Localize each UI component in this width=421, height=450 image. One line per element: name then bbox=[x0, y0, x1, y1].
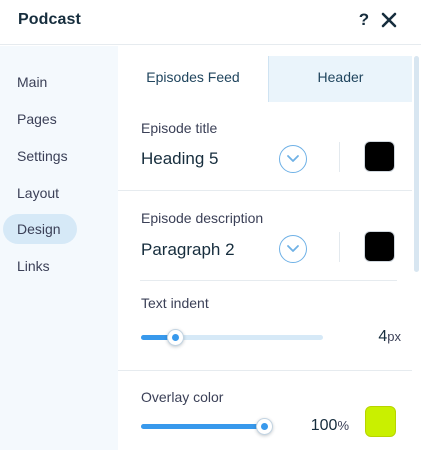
episode-description-font-value: Paragraph 2 bbox=[141, 240, 235, 259]
text-indent-label: Text indent bbox=[141, 295, 209, 311]
text-indent-value: 4px bbox=[338, 328, 401, 346]
sidebar-item-design[interactable]: Design bbox=[3, 214, 77, 244]
section-divider bbox=[118, 370, 412, 371]
episode-description-label: Episode description bbox=[141, 210, 264, 226]
section-divider bbox=[118, 190, 412, 191]
divider bbox=[339, 232, 340, 262]
section-divider bbox=[140, 280, 397, 281]
overlay-opacity-unit: % bbox=[337, 418, 349, 433]
sidebar-item-main[interactable]: Main bbox=[3, 67, 77, 97]
tab-header[interactable]: Header bbox=[268, 56, 412, 102]
divider bbox=[339, 142, 340, 172]
episode-title-label: Episode title bbox=[141, 120, 218, 136]
design-content: Episodes Feed Header Episode title Headi… bbox=[118, 46, 421, 450]
tab-bar: Episodes Feed Header bbox=[118, 56, 412, 102]
panel-header: Podcast ? bbox=[0, 0, 421, 45]
panel-title: Podcast bbox=[18, 11, 81, 28]
overlay-color-label: Overlay color bbox=[141, 389, 224, 405]
sidebar-item-layout[interactable]: Layout bbox=[3, 178, 77, 208]
episode-title-color-swatch[interactable] bbox=[364, 141, 395, 172]
sidebar-item-settings[interactable]: Settings bbox=[3, 141, 77, 171]
tab-episodes-feed[interactable]: Episodes Feed bbox=[118, 56, 268, 102]
text-indent-unit: px bbox=[387, 329, 401, 344]
chevron-down-icon bbox=[287, 155, 299, 162]
episode-title-font-value: Heading 5 bbox=[141, 149, 219, 168]
overlay-opacity-slider[interactable] bbox=[141, 418, 273, 435]
close-button[interactable] bbox=[378, 9, 400, 31]
episode-title-font-dropdown[interactable] bbox=[279, 145, 307, 173]
episode-description-font-dropdown[interactable] bbox=[279, 235, 307, 263]
overlay-opacity-value: 100% bbox=[278, 417, 349, 435]
overlay-opacity-number: 100 bbox=[310, 417, 338, 434]
text-indent-slider-thumb[interactable] bbox=[167, 329, 184, 346]
scrollbar[interactable] bbox=[414, 56, 419, 272]
episode-description-color-swatch[interactable] bbox=[364, 231, 395, 262]
chevron-down-icon bbox=[287, 245, 299, 252]
close-icon bbox=[381, 12, 397, 28]
overlay-opacity-slider-fill bbox=[141, 424, 265, 429]
sidebar-item-links[interactable]: Links bbox=[3, 251, 77, 281]
overlay-color-swatch[interactable] bbox=[365, 406, 396, 437]
sidebar-item-pages[interactable]: Pages bbox=[3, 104, 77, 134]
overlay-opacity-slider-thumb[interactable] bbox=[256, 418, 273, 435]
text-indent-number: 4 bbox=[378, 328, 388, 345]
text-indent-slider[interactable] bbox=[141, 329, 323, 346]
podcast-settings-panel: Podcast ? Main Pages Settings Layout Des… bbox=[0, 0, 421, 450]
sidebar-nav: Main Pages Settings Layout Design Links bbox=[0, 46, 118, 450]
help-button[interactable]: ? bbox=[355, 10, 373, 32]
